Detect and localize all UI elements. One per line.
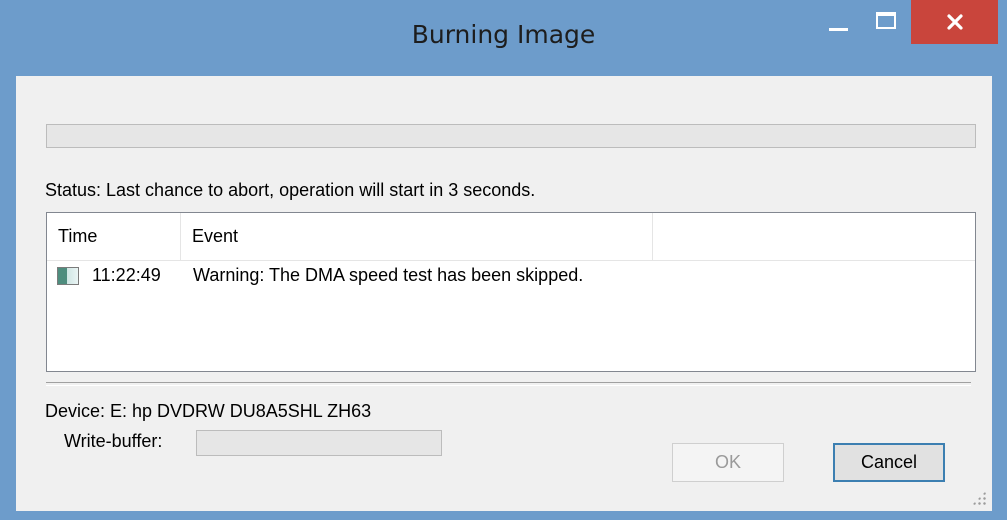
maximize-icon xyxy=(876,11,896,29)
cancel-button[interactable]: Cancel xyxy=(833,443,945,482)
minimize-button[interactable] xyxy=(808,0,868,40)
log-row-time: 11:22:49 xyxy=(92,265,161,285)
status-text: Status: Last chance to abort, operation … xyxy=(45,180,536,200)
write-buffer-bar xyxy=(196,430,442,456)
maximize-button[interactable] xyxy=(862,0,910,40)
close-icon xyxy=(946,14,963,30)
log-row-event: Warning: The DMA speed test has been ski… xyxy=(193,265,584,285)
resize-grip[interactable] xyxy=(972,491,986,505)
info-log-icon xyxy=(57,267,79,285)
write-buffer-label: Write-buffer: xyxy=(64,431,163,451)
title-bar[interactable]: Burning Image xyxy=(0,0,1007,76)
burn-progress-bar xyxy=(46,124,976,148)
log-header: Time Event xyxy=(47,213,975,261)
close-button[interactable] xyxy=(911,0,998,44)
device-label: Device: E: hp DVDRW DU8A5SHL ZH63 xyxy=(45,401,372,421)
burning-image-window: Burning Image Status: Last chance to abo… xyxy=(0,0,1007,520)
column-header-event[interactable]: Event xyxy=(181,213,653,260)
dialog-body: Status: Last chance to abort, operation … xyxy=(16,76,992,511)
separator xyxy=(46,382,971,386)
ok-button[interactable]: OK xyxy=(672,443,784,482)
event-log-list[interactable]: Time Event 11:22:49 Warning: The DMA spe… xyxy=(46,212,976,372)
column-header-time[interactable]: Time xyxy=(47,213,181,260)
minimize-icon xyxy=(828,27,848,31)
